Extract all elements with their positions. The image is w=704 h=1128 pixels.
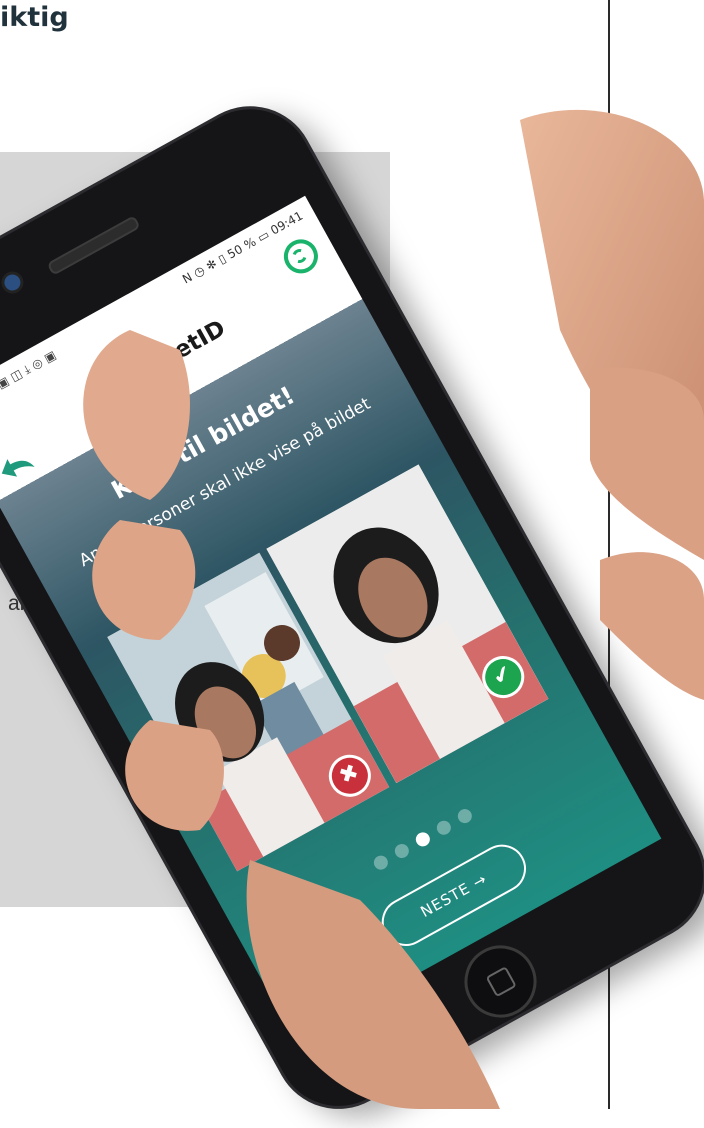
- hand-illustration-front: [83, 330, 704, 1109]
